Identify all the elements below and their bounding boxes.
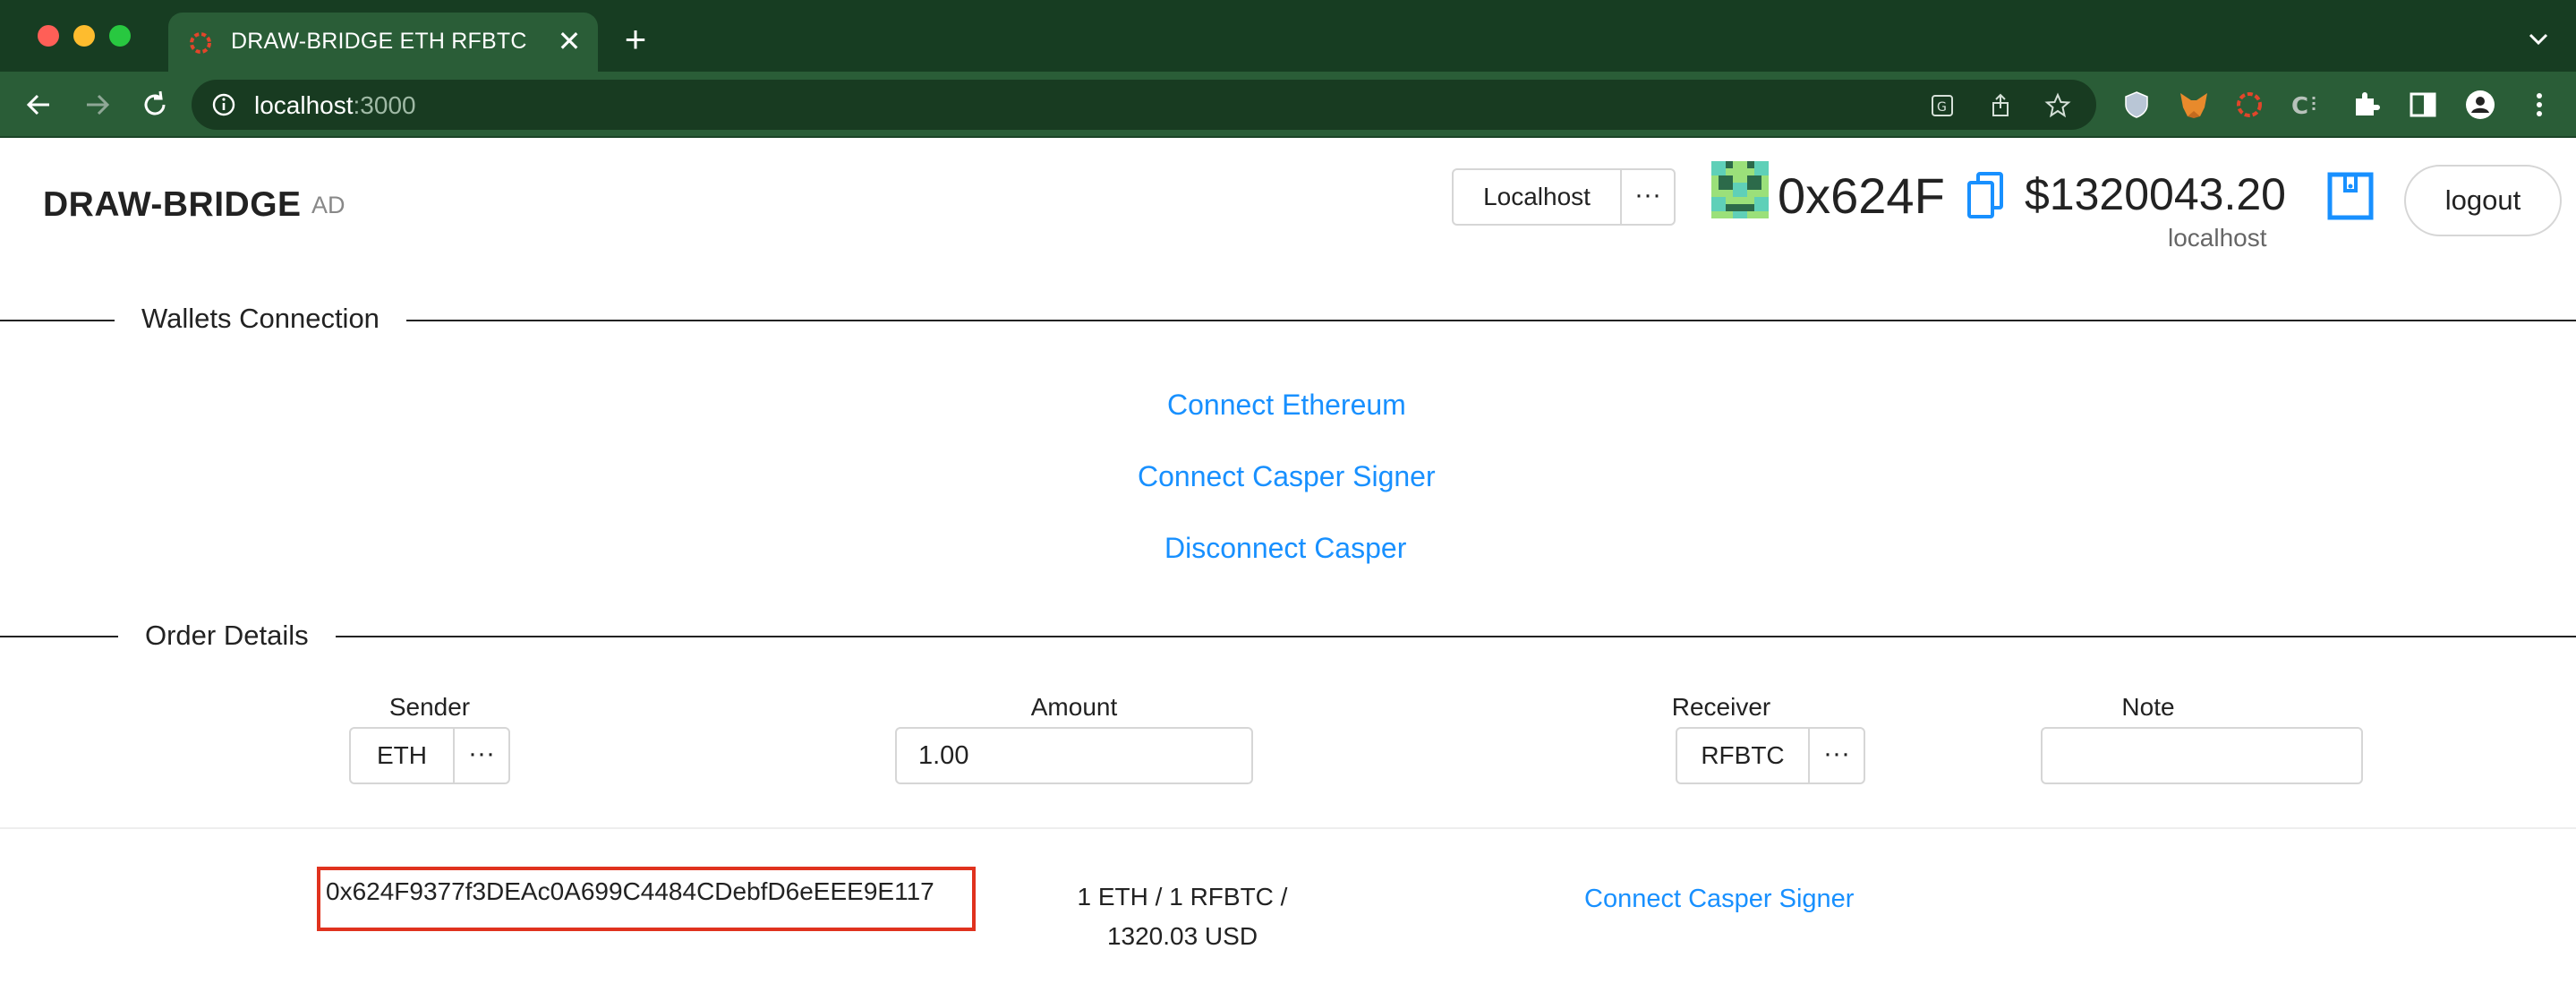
reload-icon[interactable] — [136, 86, 174, 124]
browser-tab[interactable]: DRAW-BRIDGE ETH RFBTC ✕ — [168, 13, 598, 72]
casper-signer-extension-icon[interactable]: C — [2288, 88, 2322, 122]
order-section-title: Order Details — [118, 620, 336, 652]
order-summary-divider — [0, 827, 2576, 829]
receiver-select[interactable]: RFBTC ··· — [1676, 727, 1865, 784]
receiver-label: Receiver — [1671, 693, 1771, 721]
exchange-rate-line1: 1 ETH / 1 RFBTC / — [1077, 883, 1288, 911]
window-maximize-button[interactable] — [109, 25, 131, 47]
window-close-button[interactable] — [38, 25, 59, 47]
url-port: :3000 — [353, 91, 416, 119]
account-address-short: 0x624F — [1778, 167, 1945, 224]
balance-network-label: localhost — [2168, 224, 2267, 252]
network-more-button[interactable]: ··· — [1622, 170, 1674, 224]
network-selector-label[interactable]: Localhost — [1454, 170, 1622, 224]
receiver-connect-casper-link[interactable]: Connect Casper Signer — [1584, 885, 1854, 914]
app-brand-subtitle: AD — [311, 192, 345, 218]
exchange-rate: 1 ETH / 1 RFBTC / 1320.03 USD — [1044, 877, 1321, 956]
svg-text:G: G — [1937, 100, 1947, 115]
casper-extension-icon[interactable] — [2232, 88, 2266, 122]
wallets-section-title: Wallets Connection — [115, 303, 406, 335]
sender-select[interactable]: ETH ··· — [349, 727, 510, 784]
copy-icon[interactable] — [1966, 170, 2005, 220]
forward-arrow-icon[interactable] — [79, 86, 116, 124]
chevron-down-icon[interactable] — [2522, 23, 2555, 56]
browser-toolbar: localhost:3000 G C — [0, 72, 2576, 138]
note-label: Note — [2121, 693, 2175, 721]
tab-close-icon[interactable]: ✕ — [553, 25, 585, 57]
sender-more-button[interactable]: ··· — [455, 729, 508, 782]
app-brand-title: DRAW-BRIDGE — [43, 185, 302, 224]
svg-text:C: C — [2291, 93, 2308, 120]
address-bar[interactable]: localhost:3000 G — [192, 80, 2096, 130]
receiver-more-button[interactable]: ··· — [1810, 729, 1864, 782]
account-balance: $1320043.20 — [2025, 169, 2286, 219]
profile-avatar-icon[interactable] — [2463, 88, 2497, 122]
logout-button[interactable]: logout — [2404, 165, 2562, 236]
url-text: localhost:3000 — [254, 91, 416, 120]
kebab-menu-icon[interactable] — [2522, 88, 2556, 122]
shield-extension-icon[interactable] — [2120, 88, 2154, 122]
amount-input[interactable]: 1.00 — [895, 727, 1253, 784]
site-favicon-icon — [190, 32, 211, 54]
side-panel-icon[interactable] — [2406, 88, 2440, 122]
translate-icon[interactable]: G — [1930, 92, 1957, 119]
sender-label: Sender — [388, 693, 471, 721]
browser-tab-bar: DRAW-BRIDGE ETH RFBTC ✕ + — [0, 0, 2576, 72]
extensions-puzzle-icon[interactable] — [2349, 88, 2383, 122]
sender-value[interactable]: ETH — [351, 729, 455, 782]
share-icon[interactable] — [1987, 92, 2014, 119]
site-info-icon[interactable] — [211, 92, 236, 117]
new-tab-button[interactable]: + — [616, 20, 655, 59]
order-section-divider — [0, 636, 2576, 637]
metamask-fox-icon[interactable] — [2177, 88, 2211, 122]
url-host: localhost — [254, 91, 354, 119]
note-input[interactable] — [2041, 727, 2363, 784]
exchange-rate-line2: 1320.03 USD — [1106, 922, 1258, 950]
bookmark-star-icon[interactable] — [2044, 92, 2071, 119]
network-selector[interactable]: Localhost ··· — [1452, 168, 1676, 226]
window-minimize-button[interactable] — [73, 25, 95, 47]
disconnect-casper-link[interactable]: Disconnect Casper — [1164, 532, 1406, 565]
connect-casper-signer-link[interactable]: Connect Casper Signer — [1138, 460, 1436, 493]
receiver-value[interactable]: RFBTC — [1677, 729, 1810, 782]
amount-label: Amount — [1030, 693, 1118, 721]
connect-ethereum-link[interactable]: Connect Ethereum — [1167, 389, 1406, 422]
sender-address-full: 0x624F9377f3DEAc0A699C4484CDebfD6eEEE9E1… — [326, 877, 934, 905]
tab-title: DRAW-BRIDGE ETH RFBTC — [231, 29, 527, 54]
wallet-icon[interactable] — [2327, 172, 2374, 220]
account-avatar — [1711, 161, 1769, 218]
back-arrow-icon[interactable] — [20, 86, 57, 124]
